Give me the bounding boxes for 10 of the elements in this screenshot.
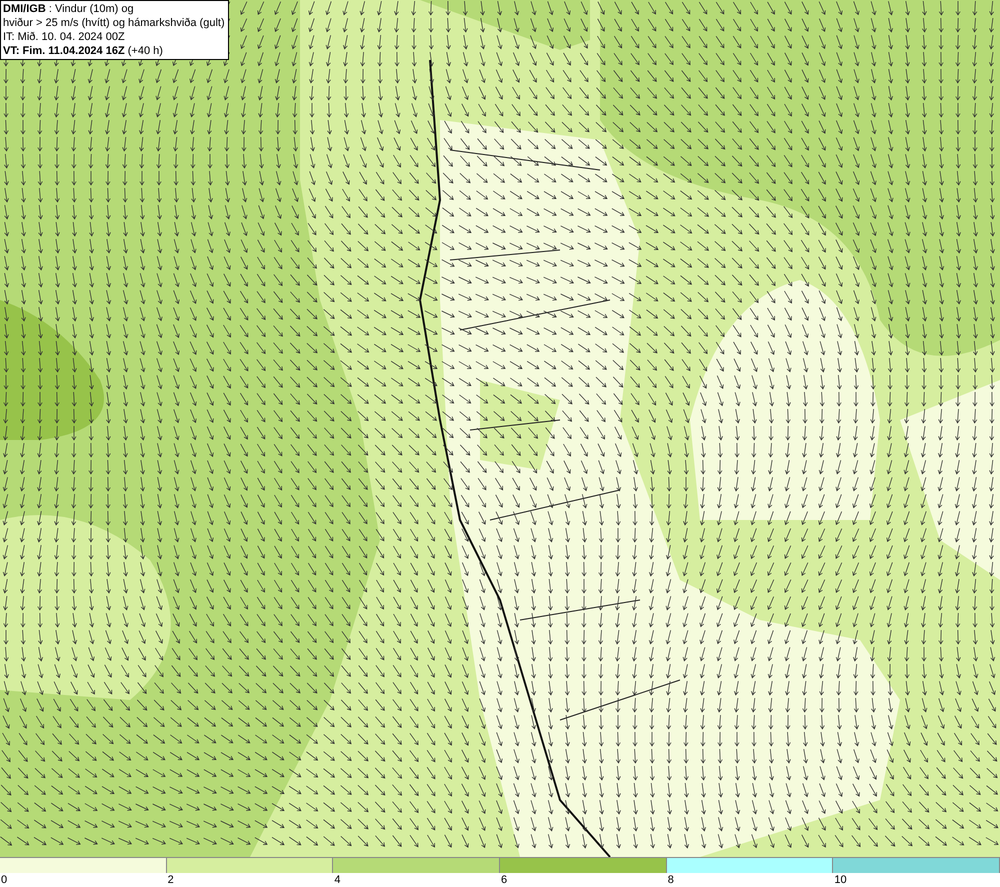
legend-label: 4 [334,873,340,887]
legend-label: 2 [168,873,174,887]
legend-label: 0 [1,873,8,887]
title-line: hviður > 25 m/s (hvítt) og hámarkshviða (gult) [3,16,225,30]
title-line: VT: Fim. 11.04.2024 16Z (+40 h) [3,44,164,58]
legend-label: 8 [668,873,674,887]
title-line: IT: Mið. 10. 04. 2024 00Z [3,30,126,44]
legend-label: 6 [501,873,508,887]
legend-label: 10 [834,873,847,887]
title-line: DMI/IGB : Vindur (10m) og [3,2,135,16]
